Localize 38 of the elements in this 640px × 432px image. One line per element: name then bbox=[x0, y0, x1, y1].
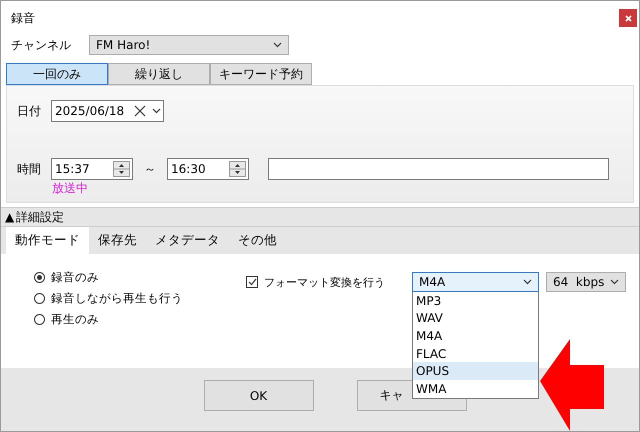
radio-icon[interactable] bbox=[34, 293, 45, 304]
collapse-toggle[interactable]: ▲ bbox=[5, 210, 14, 224]
details-header: 詳細設定 bbox=[16, 208, 64, 226]
close-icon bbox=[624, 14, 632, 22]
date-label: 日付 bbox=[17, 102, 42, 120]
mode-radio[interactable]: 再生のみ bbox=[34, 312, 246, 327]
format-dropdown[interactable]: M4A bbox=[412, 272, 539, 292]
spinner-icon[interactable] bbox=[113, 161, 130, 177]
format-conversion-checkbox[interactable]: フォーマット変換を行う bbox=[246, 272, 405, 292]
broadcast-status: 放送中 bbox=[52, 180, 88, 197]
title-field[interactable] bbox=[268, 158, 609, 180]
chevron-down-icon bbox=[610, 279, 619, 285]
end-time-field[interactable]: 16:30 bbox=[167, 158, 249, 180]
range-separator: ～ bbox=[143, 160, 157, 178]
format-option[interactable]: OPUS bbox=[413, 362, 538, 380]
ok-button[interactable]: OK bbox=[204, 380, 314, 411]
radio-icon[interactable] bbox=[34, 272, 45, 283]
settings-tab[interactable]: 動作モード bbox=[6, 227, 89, 254]
date-field[interactable]: 2025/06/18 bbox=[51, 100, 164, 122]
chevron-down-icon bbox=[273, 42, 282, 48]
clear-icon[interactable] bbox=[134, 105, 146, 117]
channel-label: チャンネル bbox=[11, 36, 71, 54]
channel-dropdown[interactable]: FM Haro! bbox=[89, 35, 289, 55]
chevron-down-icon bbox=[152, 108, 161, 114]
mode-radio[interactable]: 録音のみ bbox=[34, 270, 246, 285]
time-label: 時間 bbox=[17, 160, 42, 178]
radio-icon[interactable] bbox=[34, 314, 45, 325]
bitrate-dropdown[interactable]: 64 kbps bbox=[546, 272, 626, 292]
window-title: 録音 bbox=[11, 10, 35, 26]
schedule-tab[interactable]: キーワード予約 bbox=[210, 63, 312, 85]
schedule-tab[interactable]: 一回のみ bbox=[6, 63, 108, 85]
schedule-tab[interactable]: 繰り返し bbox=[108, 63, 210, 85]
checkbox-icon[interactable] bbox=[246, 276, 258, 288]
spinner-icon[interactable] bbox=[229, 161, 246, 177]
close-button[interactable] bbox=[619, 9, 637, 27]
mode-radio[interactable]: 録音しながら再生も行う bbox=[34, 291, 246, 306]
start-time-field[interactable]: 15:37 bbox=[51, 158, 133, 180]
chevron-down-icon bbox=[523, 279, 532, 285]
